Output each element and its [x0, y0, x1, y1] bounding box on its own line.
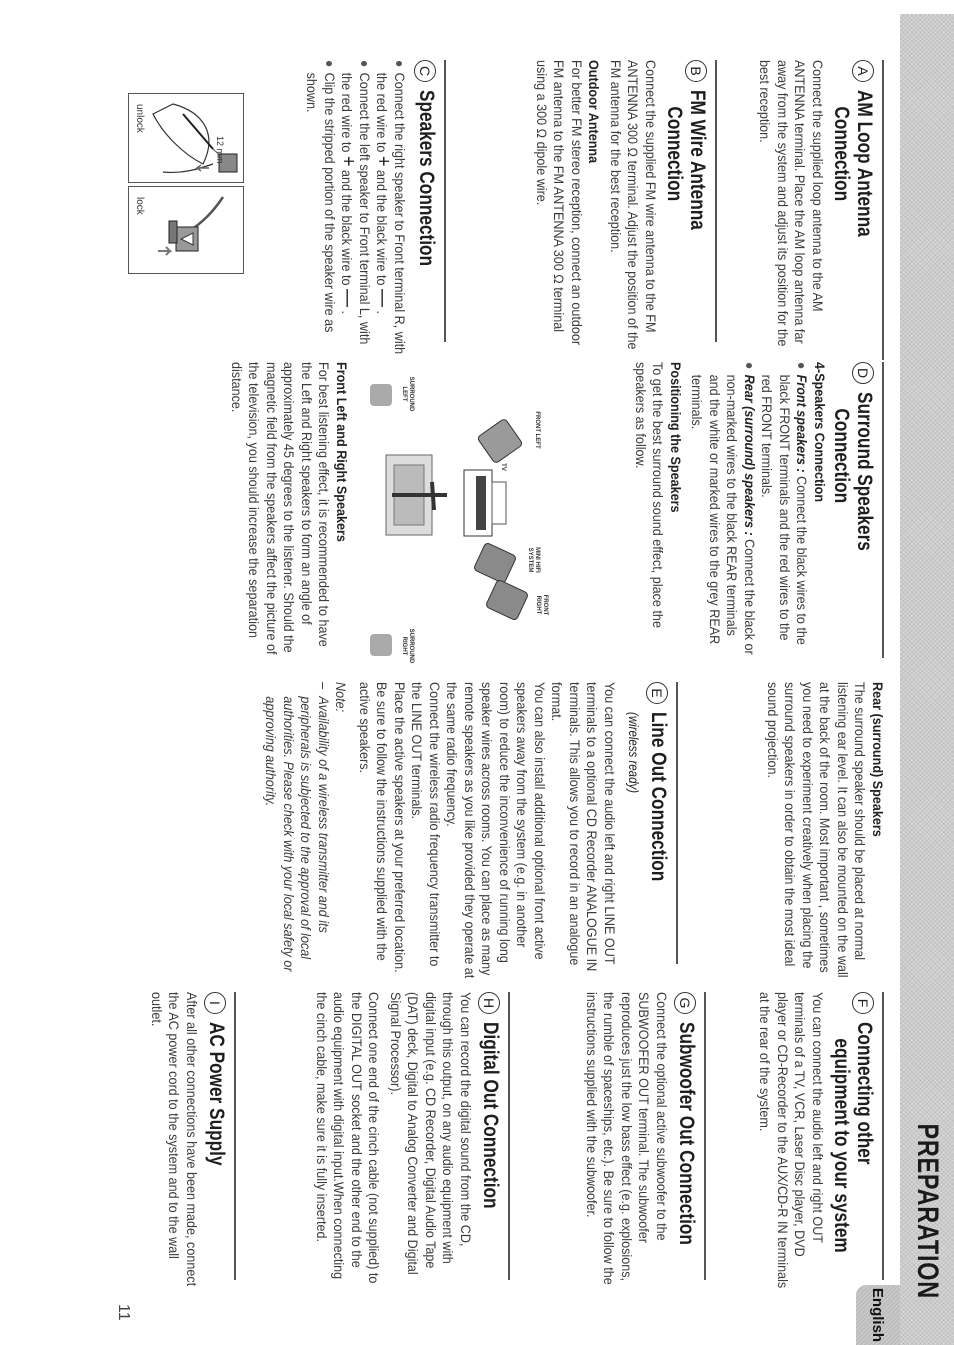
section-i-body: After all other connections have been ma…	[149, 992, 200, 1287]
section-a-body: Connect the supplied loop antenna to the…	[757, 60, 827, 347]
section-g-body: Connect the optional active subwoofer to…	[584, 992, 670, 1285]
front-right-speaker-icon	[486, 580, 528, 620]
section-d-body: 4-Speakers Connection Front speakers : C…	[632, 362, 828, 659]
front-right-label: FRONT RIGHT	[535, 594, 548, 616]
section-letter-h: H	[478, 992, 500, 1014]
tv-label: TV	[500, 463, 506, 471]
section-title: PREPARATION	[911, 1123, 944, 1299]
manual-page: PREPARATION English A AM Loop Antenna Co…	[0, 0, 954, 1345]
mini-hifi-speaker-icon	[474, 543, 516, 583]
section-a: A AM Loop Antenna Connection Connect the…	[756, 60, 884, 360]
language-tab: English	[856, 1285, 900, 1345]
note-item: – Availability of a wireless transmitter…	[263, 682, 333, 972]
measure-label: 12 mm	[215, 136, 225, 164]
tv-icon	[463, 469, 507, 537]
section-g: G Subwoofer Out Connection Connect the o…	[582, 992, 706, 1285]
header-band: PREPARATION	[900, 14, 954, 1345]
section-b: B FM Wire Antenna Connection Connect the…	[532, 60, 717, 350]
section-h-title: Digital Out Connection	[479, 1022, 502, 1209]
section-i-title: AC Power Supply	[205, 1022, 228, 1166]
section-c: C Speakers Connection Connect the right …	[303, 60, 446, 354]
surround-right-label: SURROUND RIGHT	[401, 628, 414, 664]
section-e-body: You can connect the audio left and right…	[263, 682, 619, 979]
bullet-rear-speakers: Rear (surround) speakers : Connect the b…	[688, 375, 759, 659]
room-layout-illustration	[370, 384, 528, 656]
unlock-label: unlock	[134, 104, 145, 133]
positioning-heading: Positioning the Speakers	[668, 362, 684, 513]
section-d-title: Surround Speakers Connection	[830, 392, 876, 551]
section-a-title: AM Loop Antenna Connection	[830, 90, 876, 237]
section-f-body: You can connect the audio left and right…	[757, 992, 827, 1289]
section-g-title: Subwoofer Out Connection	[675, 1022, 698, 1245]
mini-hifi-label: MINI HIFI SYSTEM	[527, 547, 540, 573]
bullet-front-speakers: Front speakers : Connect the black wires…	[758, 375, 811, 659]
rear-speakers-heading: Rear (surround) Speakers	[870, 682, 886, 837]
section-letter-i: I	[204, 992, 226, 1014]
section-e-title: Line Out Connection (wireless ready)	[626, 712, 670, 882]
section-b-body: Connect the supplied FM wire antenna to …	[533, 60, 659, 357]
surround-right-speaker-icon	[370, 634, 392, 656]
section-letter-b: B	[685, 60, 707, 82]
bullet-right-speaker: Connect the right speaker to Front termi…	[373, 73, 409, 357]
four-speakers-heading: 4-Speakers Connection	[812, 362, 828, 503]
surround-left-speaker-icon	[370, 384, 392, 406]
wire-lock-illustration	[158, 196, 225, 256]
front-speakers-heading: Front Left and Right Speakers	[334, 362, 350, 542]
front-left-label: FRONT LEFT	[534, 411, 540, 449]
bullet-clip-wire: Clip the stripped portion of the speaker…	[303, 73, 339, 357]
note-label: Note:	[333, 682, 350, 713]
section-letter-f: F	[852, 992, 874, 1014]
section-letter-a: A	[852, 60, 874, 82]
figure-lock: lock	[128, 186, 244, 274]
bullet-left-speaker: Connect the left speaker to Front termin…	[338, 73, 374, 357]
section-i: I AC Power Supply After all other connec…	[147, 992, 236, 1286]
surround-left-label: SURROUND LEFT	[401, 376, 414, 412]
section-b-title: FM Wire Antenna Connection	[663, 90, 709, 230]
section-letter-c: C	[414, 60, 436, 82]
section-d: D Surround Speakers Connection 4-Speaker…	[631, 362, 884, 659]
section-letter-d: D	[852, 362, 874, 384]
front-left-speaker-icon	[477, 419, 523, 463]
section-f: F Connecting other equipment to your sys…	[756, 992, 884, 1288]
section-h: H Digital Out Connection You can record …	[312, 992, 510, 1283]
outdoor-antenna-heading: Outdoor Antenna	[586, 60, 603, 164]
wire-unlock-illustration	[152, 103, 238, 174]
sofa-listener-icon	[385, 454, 447, 536]
page-number: 11	[115, 1304, 132, 1321]
section-c-title: Speakers Connection	[415, 90, 438, 267]
speaker-placement-diagram: FRONT LEFT TV MINI HIFI SYSTEM FRONT RIG…	[357, 370, 548, 670]
section-h-body: You can record the digital sound from th…	[314, 992, 474, 1284]
section-letter-e: E	[646, 682, 668, 704]
rear-speakers-section: Rear (surround) Speakers The surround sp…	[765, 682, 886, 978]
figure-unlock: 12 mm unlock	[128, 93, 244, 183]
front-speakers-section: Front Left and Right Speakers For best l…	[228, 362, 355, 662]
lock-label: lock	[134, 197, 145, 215]
section-e: E Line Out Connection (wireless ready) Y…	[262, 682, 678, 978]
section-letter-g: G	[674, 992, 696, 1014]
section-f-title: Connecting other equipment to your syste…	[830, 1022, 876, 1253]
section-c-body: Connect the right speaker to Front termi…	[303, 60, 409, 357]
